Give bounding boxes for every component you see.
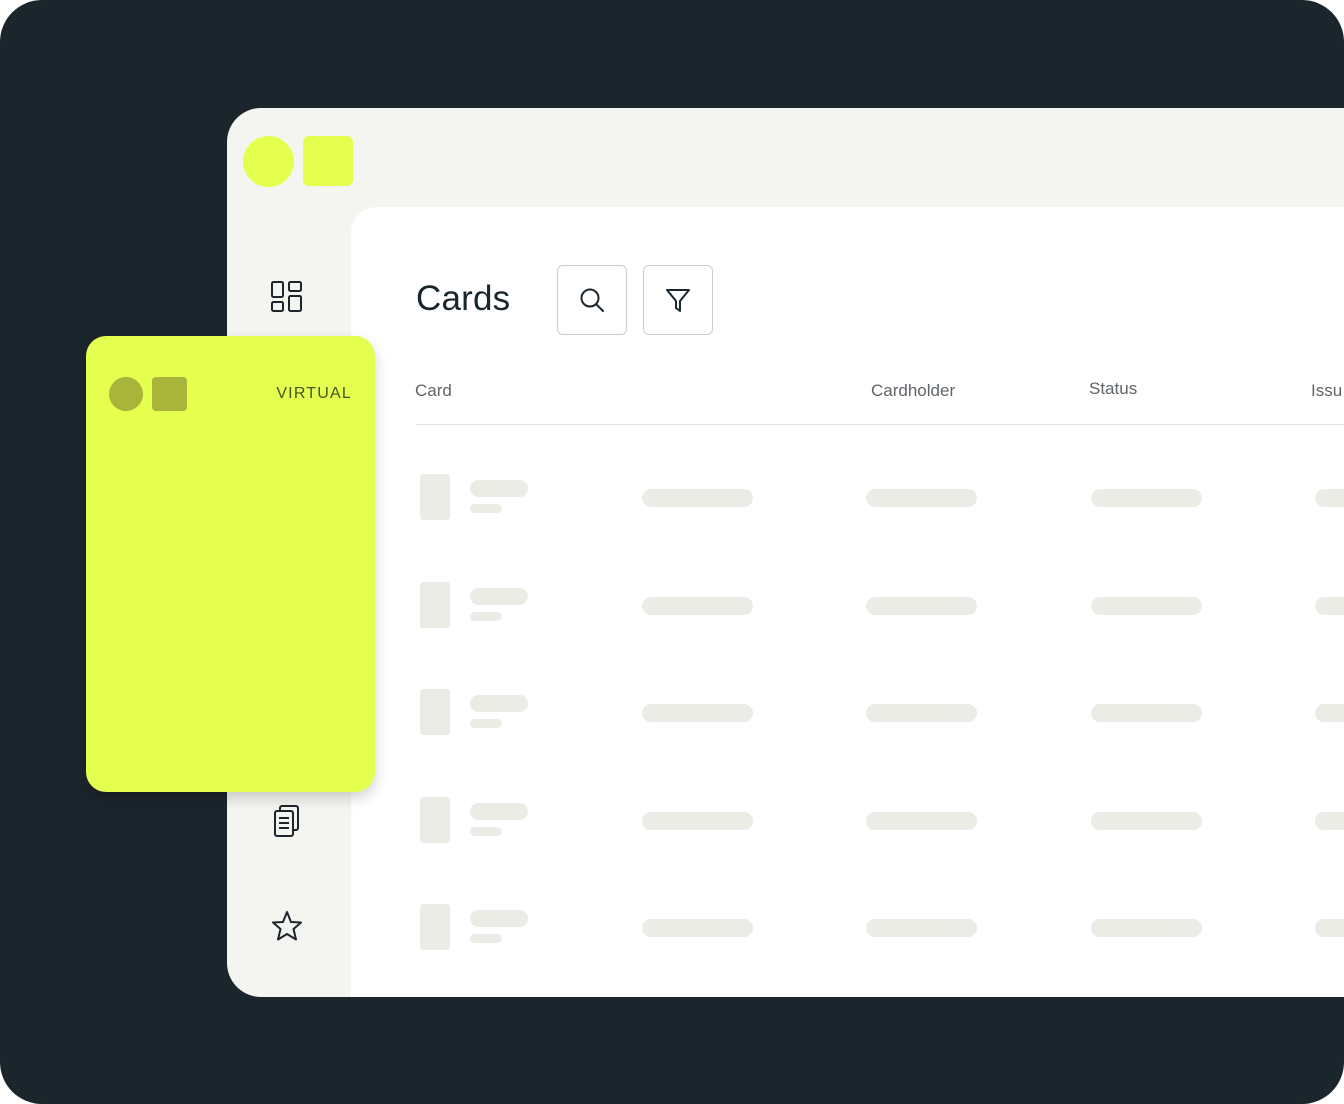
card-thumbnail-placeholder	[420, 581, 450, 628]
issued-placeholder	[1091, 489, 1202, 507]
issued-placeholder	[1091, 704, 1202, 722]
app-backdrop: Cards Card Cardholder Status Issu VIRTUA…	[0, 0, 1344, 1104]
status-placeholder	[866, 704, 977, 722]
column-header-cardholder[interactable]: Cardholder	[871, 381, 955, 401]
column-header-issued[interactable]: Issu	[1311, 381, 1342, 401]
cardholder-placeholder	[642, 919, 753, 937]
cardholder-placeholder	[642, 596, 753, 615]
card-type-label: VIRTUAL	[276, 385, 352, 402]
logo-square-icon	[303, 136, 353, 186]
card-number-placeholder	[470, 719, 502, 728]
status-placeholder	[866, 811, 977, 830]
column-header-status[interactable]: Status	[1089, 379, 1137, 399]
card-number-placeholder	[470, 826, 502, 836]
card-thumbnail-placeholder	[420, 904, 450, 950]
extra-placeholder	[1315, 596, 1344, 615]
card-logo-square-icon	[152, 377, 187, 411]
page-title: Cards	[416, 279, 511, 318]
filter-button[interactable]	[643, 265, 713, 335]
card-name-placeholder	[470, 587, 528, 605]
dashboard-icon[interactable]	[267, 277, 307, 317]
card-name-placeholder	[470, 910, 528, 927]
issued-placeholder	[1091, 811, 1202, 830]
cardholder-placeholder	[642, 489, 753, 507]
cardholder-placeholder	[642, 704, 753, 722]
card-thumbnail-placeholder	[420, 796, 450, 843]
extra-placeholder	[1315, 811, 1344, 830]
issued-placeholder	[1091, 596, 1202, 615]
card-name-placeholder	[470, 480, 528, 497]
extra-placeholder	[1315, 704, 1344, 722]
search-button[interactable]	[557, 265, 627, 335]
status-placeholder	[866, 919, 977, 937]
card-number-placeholder	[470, 934, 502, 943]
card-name-placeholder	[470, 695, 528, 712]
app-window: Cards Card Cardholder Status Issu	[227, 108, 1344, 997]
star-icon[interactable]	[267, 906, 307, 946]
column-header-card[interactable]: Card	[415, 381, 452, 401]
card-number-placeholder	[470, 611, 502, 621]
cardholder-placeholder	[642, 811, 753, 830]
virtual-card[interactable]: VIRTUAL	[86, 336, 375, 792]
extra-placeholder	[1315, 489, 1344, 507]
status-placeholder	[866, 596, 977, 615]
logo-circle-icon	[243, 136, 294, 187]
card-number-placeholder	[470, 504, 502, 513]
extra-placeholder	[1315, 919, 1344, 937]
search-icon	[580, 288, 604, 312]
card-logo-circle-icon	[109, 377, 143, 411]
card-thumbnail-placeholder	[420, 474, 450, 520]
status-placeholder	[866, 489, 977, 507]
header-divider	[416, 424, 1344, 425]
card-thumbnail-placeholder	[420, 689, 450, 735]
filter-icon	[666, 289, 690, 312]
card-name-placeholder	[470, 802, 528, 820]
issued-placeholder	[1091, 919, 1202, 937]
main-panel: Cards Card Cardholder Status Issu	[351, 207, 1344, 997]
document-icon[interactable]	[267, 801, 307, 841]
